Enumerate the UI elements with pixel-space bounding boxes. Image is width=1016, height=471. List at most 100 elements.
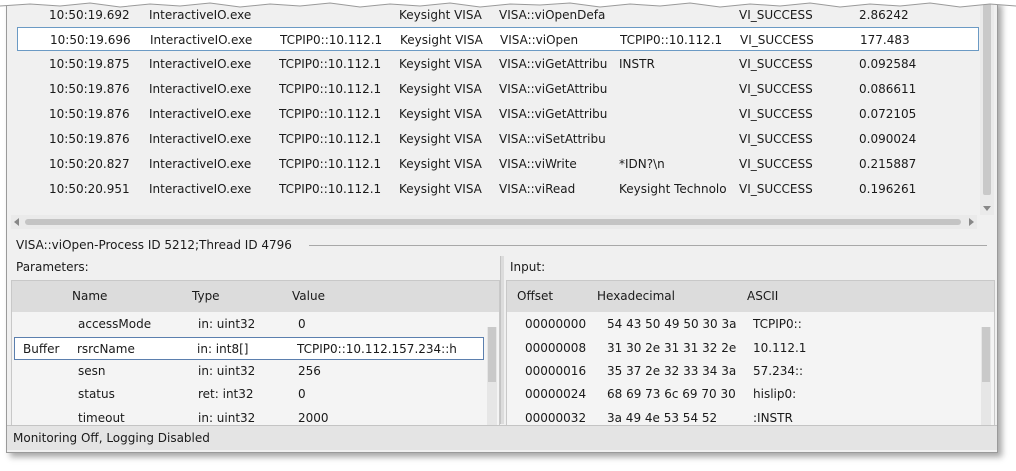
trace-row[interactable]: 10:50:19.876 InteractiveIO.exe TCPIP0::1…: [17, 127, 979, 151]
parameter-value: TCPIP0::10.112.157.234::h: [297, 342, 457, 356]
trace-row[interactable]: 10:50:20.827 InteractiveIO.exe TCPIP0::1…: [17, 152, 979, 176]
scroll-thumb[interactable]: [25, 219, 961, 225]
column-header-value[interactable]: Value: [292, 281, 325, 312]
trace-row[interactable]: 10:50:19.876 InteractiveIO.exe TCPIP0::1…: [17, 102, 979, 126]
trace-row[interactable]: 10:50:19.876 InteractiveIO.exe TCPIP0::1…: [17, 77, 979, 101]
parameter-type: ret: int32: [198, 387, 254, 401]
parameter-value: 0: [298, 317, 306, 331]
scroll-down-arrow-icon[interactable]: [983, 206, 991, 211]
parameter-row[interactable]: sesn in: uint32 256: [12, 360, 482, 383]
hex-row[interactable]: 00000024 68 69 73 6c 69 70 30 hislip0:: [507, 383, 977, 406]
hex-offset: 00000024: [525, 387, 587, 401]
parameter-name: timeout: [78, 411, 125, 425]
parameter-row[interactable]: timeout in: uint32 2000: [12, 407, 482, 426]
input-header: Offset Hexadecimal ASCII: [507, 281, 994, 312]
hex-bytes: 31 30 2e 31 31 32 2e: [607, 341, 737, 355]
trace-address: TCPIP0::10.112.1: [279, 132, 382, 146]
trace-address: TCPIP0::10.112.1: [279, 82, 382, 96]
trace-vertical-scrollbar[interactable]: [980, 0, 994, 215]
trace-duration: 0.196261: [859, 182, 917, 196]
hex-ascii: TCPIP0::: [753, 317, 802, 331]
scroll-left-arrow-icon[interactable]: [14, 218, 19, 226]
trace-duration: 0.090024: [859, 132, 917, 146]
scroll-right-arrow-icon[interactable]: [969, 218, 974, 226]
trace-status: VI_SUCCESS: [739, 107, 813, 121]
hex-ascii: 10.112.1: [753, 341, 807, 355]
parameters-scrollbar[interactable]: [487, 327, 497, 426]
hex-ascii: hislip0:: [753, 387, 797, 401]
hex-row[interactable]: 00000000 54 43 50 49 50 30 3a TCPIP0::: [507, 313, 977, 336]
scroll-thumb[interactable]: [982, 327, 990, 382]
trace-library: Keysight VISA: [399, 57, 482, 71]
status-bar: Monitoring Off, Logging Disabled: [7, 425, 997, 450]
hex-bytes: 3a 49 4e 53 54 52: [607, 411, 718, 425]
parameter-type: in: uint32: [198, 317, 256, 331]
trace-process: InteractiveIO.exe: [150, 33, 253, 47]
trace-address: TCPIP0::10.112.1: [279, 157, 382, 171]
title-separator: [309, 245, 987, 246]
parameter-row[interactable]: accessMode in: uint32 0: [12, 313, 482, 336]
hex-row[interactable]: 00000032 3a 49 4e 53 54 52 :INSTR: [507, 407, 977, 426]
trace-function: VISA::viGetAttribu: [499, 82, 608, 96]
trace-process: InteractiveIO.exe: [149, 132, 252, 146]
status-text: Monitoring Off, Logging Disabled: [13, 431, 210, 445]
trace-library: Keysight VISA: [399, 132, 482, 146]
parameter-tag: Buffer: [23, 342, 60, 356]
input-label: Input:: [510, 260, 546, 274]
call-detail-title: VISA::viOpen-Process ID 5212;Thread ID 4…: [16, 238, 292, 252]
trace-duration: 0.072105: [859, 107, 917, 121]
trace-duration: 0.086611: [859, 82, 917, 96]
parameter-name: sesn: [78, 364, 106, 378]
trace-library: Keysight VISA: [400, 33, 483, 47]
parameter-type: in: uint32: [198, 364, 256, 378]
scroll-thumb[interactable]: [983, 0, 991, 195]
trace-argument: Keysight Technolo: [619, 182, 727, 196]
trace-time: 10:50:19.876: [49, 82, 130, 96]
parameters-label: Parameters:: [16, 260, 89, 274]
trace-argument: TCPIP0::10.112.1: [620, 33, 723, 47]
hex-offset: 00000016: [525, 364, 587, 378]
column-header-name[interactable]: Name: [72, 281, 107, 312]
trace-library: Keysight VISA: [399, 157, 482, 171]
trace-argument: INSTR: [619, 57, 655, 71]
trace-status: VI_SUCCESS: [739, 157, 813, 171]
scroll-thumb[interactable]: [488, 327, 496, 382]
trace-process: InteractiveIO.exe: [149, 82, 252, 96]
hex-row[interactable]: 00000008 31 30 2e 31 31 32 2e 10.112.1: [507, 337, 977, 360]
trace-duration: 177.483: [860, 33, 910, 47]
trace-row[interactable]: 10:50:19.875 InteractiveIO.exe TCPIP0::1…: [17, 52, 979, 76]
io-monitor-window: 10:50:19.692 InteractiveIO.exe Keysight …: [6, 0, 998, 453]
parameter-type: in: int8[]: [197, 342, 249, 356]
parameter-row-selected[interactable]: Buffer rsrcName in: int8[] TCPIP0::10.11…: [14, 337, 484, 360]
hex-bytes: 54 43 50 49 50 30 3a: [607, 317, 737, 331]
trace-time: 10:50:19.876: [49, 107, 130, 121]
hex-bytes: 68 69 73 6c 69 70 30: [607, 387, 736, 401]
trace-argument: *IDN?\n: [619, 157, 665, 171]
parameter-name: status: [78, 387, 115, 401]
trace-status: VI_SUCCESS: [739, 57, 813, 71]
column-header-hexadecimal[interactable]: Hexadecimal: [597, 281, 675, 312]
trace-row[interactable]: 10:50:20.951 InteractiveIO.exe TCPIP0::1…: [17, 177, 979, 201]
input-scrollbar[interactable]: [981, 327, 991, 426]
trace-horizontal-scrollbar[interactable]: [11, 215, 977, 229]
panel-splitter[interactable]: [500, 256, 504, 424]
parameter-name: rsrcName: [77, 342, 135, 356]
trace-address: TCPIP0::10.112.1: [279, 182, 382, 196]
parameters-header: Name Type Value: [12, 281, 499, 312]
parameter-type: in: uint32: [198, 411, 256, 425]
column-header-offset[interactable]: Offset: [517, 281, 553, 312]
trace-duration: 0.092584: [859, 57, 917, 71]
hex-row[interactable]: 00000016 35 37 2e 32 33 34 3a 57.234::: [507, 360, 977, 383]
trace-process: InteractiveIO.exe: [149, 57, 252, 71]
trace-row-selected[interactable]: 10:50:19.696 InteractiveIO.exe TCPIP0::1…: [17, 27, 979, 51]
trace-function: VISA::viSetAttribu: [499, 132, 606, 146]
parameter-row[interactable]: status ret: int32 0: [12, 383, 482, 406]
column-header-type[interactable]: Type: [192, 281, 220, 312]
trace-status: VI_SUCCESS: [739, 132, 813, 146]
hex-offset: 00000000: [525, 317, 587, 331]
column-header-ascii[interactable]: ASCII: [747, 281, 778, 312]
hex-offset: 00000032: [525, 411, 587, 425]
trace-library: Keysight VISA: [399, 182, 482, 196]
trace-process: InteractiveIO.exe: [149, 182, 252, 196]
parameters-table: Name Type Value accessMode in: uint32 0 …: [11, 280, 500, 427]
